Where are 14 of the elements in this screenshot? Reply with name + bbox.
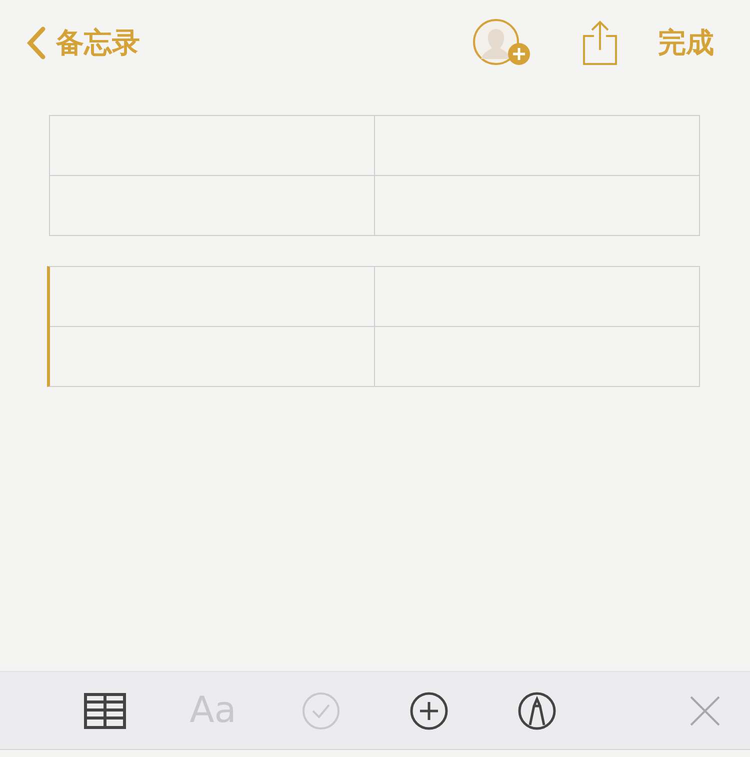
checkmark-circle-icon bbox=[302, 692, 340, 730]
table-icon bbox=[84, 692, 126, 728]
add-icon bbox=[410, 692, 448, 730]
share-button[interactable] bbox=[582, 20, 618, 66]
done-button[interactable]: 完成 bbox=[658, 24, 714, 62]
table[interactable] bbox=[49, 115, 700, 236]
chevron-left-icon bbox=[26, 26, 46, 60]
pen-tip-icon bbox=[518, 692, 556, 730]
table[interactable] bbox=[47, 266, 700, 387]
add-person-button[interactable] bbox=[472, 19, 532, 67]
add-person-icon bbox=[472, 19, 532, 67]
close-icon bbox=[689, 694, 721, 726]
back-button[interactable]: 备忘录 bbox=[26, 24, 140, 62]
share-icon bbox=[582, 20, 618, 66]
